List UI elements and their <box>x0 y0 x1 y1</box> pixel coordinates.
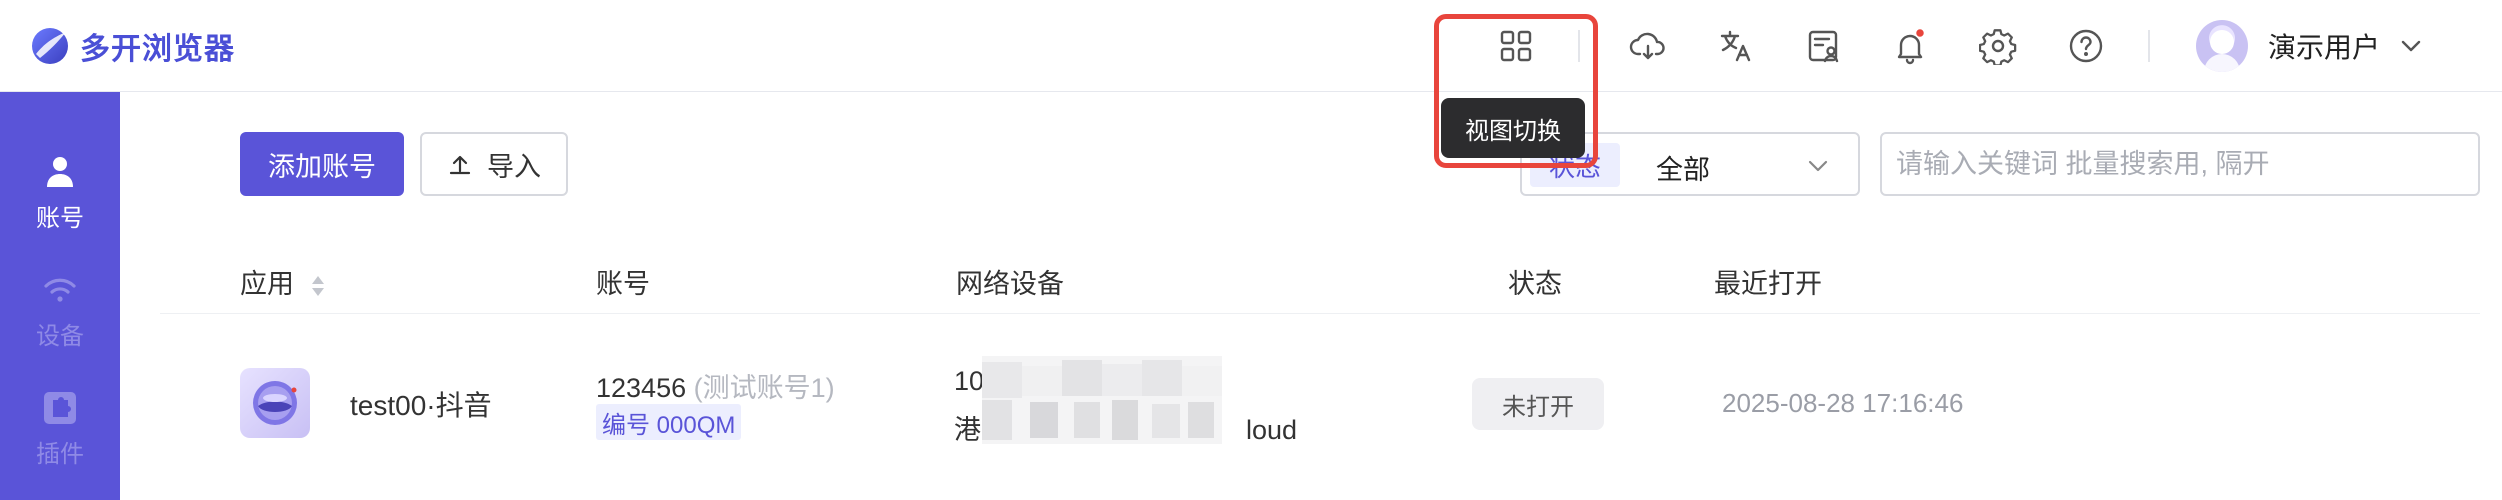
sidebar-item-devices[interactable]: 设备 <box>0 270 120 370</box>
column-header-network: 网络设备 <box>956 269 1064 299</box>
upload-icon <box>449 155 471 175</box>
account-icon <box>47 157 73 187</box>
user-menu[interactable]: 演示用户 <box>2196 18 2424 74</box>
account-id: 123456 (测试账号1) <box>596 366 835 405</box>
tooltip: 视图切换 <box>1441 98 1585 158</box>
sidebar-item-accounts[interactable]: 账号 <box>0 152 120 252</box>
sort-icon[interactable] <box>310 272 326 300</box>
table-divider <box>160 313 2480 314</box>
network-suffix: loud <box>1246 415 1298 445</box>
settings-gear-icon[interactable] <box>1976 24 2020 68</box>
sidebar-item-label: 设备 <box>36 323 84 350</box>
redacted-mosaic <box>982 356 1222 444</box>
account-note: (测试账号1) <box>693 373 835 403</box>
import-button[interactable]: 导入 <box>420 132 568 196</box>
header-divider <box>2148 30 2150 62</box>
app-thumbnail-icon <box>240 368 310 438</box>
import-label: 导入 <box>487 151 541 182</box>
status-badge: 未打开 <box>1472 378 1604 430</box>
add-account-button[interactable]: 添加账号 <box>240 132 404 196</box>
account-badge: 编号 000QM <box>596 404 742 440</box>
plugin-icon <box>44 392 76 424</box>
logo-icon <box>32 28 68 64</box>
notification-dot <box>1914 27 1926 39</box>
column-header-last-opened: 最近打开 <box>1714 269 1822 299</box>
column-header-label: 应用 <box>240 269 294 299</box>
account-number: 123456 <box>596 373 687 403</box>
wifi-icon <box>44 278 76 302</box>
avatar <box>2196 20 2248 72</box>
app-name: test00·抖音 <box>350 390 492 421</box>
search-input[interactable] <box>1880 132 2480 196</box>
cloud-download-icon[interactable] <box>1626 24 1670 68</box>
chevron-down-icon <box>2401 40 2421 52</box>
top-bar: 多开浏览器 演示用户 <box>0 0 2502 92</box>
logo-text: 多开浏览器 <box>80 33 235 66</box>
bell-icon[interactable] <box>1888 24 1932 68</box>
sidebar-item-plugins[interactable]: 插件 <box>0 388 120 488</box>
app-window: 多开浏览器 演示用户 账号 设备 插件 添加账号 导入 状态 全部 请输入关键词… <box>0 0 2502 500</box>
sidebar-item-label: 插件 <box>36 441 84 468</box>
column-header-account: 账号 <box>596 269 650 299</box>
sidebar-item-label: 账号 <box>36 205 84 232</box>
user-name: 演示用户 <box>2268 32 2381 63</box>
logo: 多开浏览器 <box>30 22 235 70</box>
status-value: 全部 <box>1656 155 1710 185</box>
column-header-app[interactable]: 应用 <box>240 262 326 301</box>
network-prefix: 港 <box>954 415 981 445</box>
chevron-down-icon <box>1808 160 1828 172</box>
column-header-status: 状态 <box>1508 269 1562 299</box>
network-line-1: 10 <box>954 366 985 396</box>
help-icon[interactable] <box>2064 24 2108 68</box>
last-opened-time: 2025-08-28 17:16:46 <box>1722 388 1964 418</box>
translate-icon[interactable] <box>1714 24 1758 68</box>
user-card-icon[interactable] <box>1802 24 1846 68</box>
sidebar: 账号 设备 插件 <box>0 92 120 500</box>
